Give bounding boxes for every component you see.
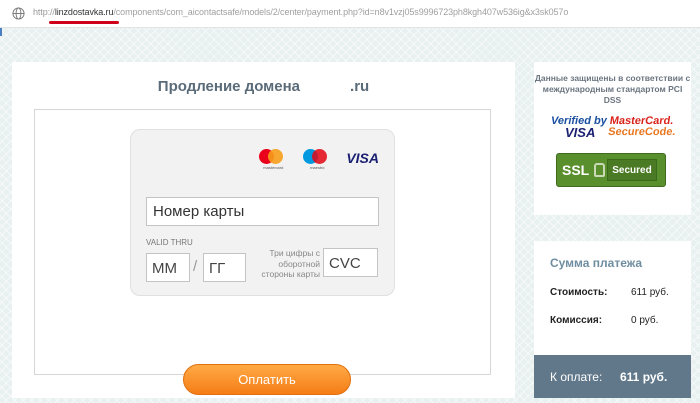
summary-title: Сумма платежа bbox=[550, 256, 643, 270]
pay-button[interactable]: Оплатить bbox=[183, 364, 351, 395]
url-host: linzdostavka.ru bbox=[54, 7, 114, 17]
expiry-year-input[interactable]: ГГ bbox=[203, 253, 246, 282]
security-panel: Данные защищены в соответствии с междуна… bbox=[534, 62, 691, 215]
total-value: 611 руб. bbox=[620, 370, 668, 384]
maestro-caption: maestro bbox=[310, 165, 325, 170]
security-text: Данные защищены в соответствии с междуна… bbox=[534, 73, 691, 105]
url-path: /components/com_aicontactsafe/models/2/c… bbox=[113, 7, 569, 17]
url-text[interactable]: http://linzdostavka.ru/components/com_ai… bbox=[33, 7, 568, 17]
fee-value: 0 руб. bbox=[631, 315, 659, 326]
page-title: Продление домена .ru bbox=[12, 78, 515, 95]
fee-label: Комиссия: bbox=[550, 315, 603, 326]
red-underline-annotation bbox=[49, 21, 119, 24]
lock-icon bbox=[594, 163, 606, 177]
cost-value: 611 руб. bbox=[631, 287, 669, 298]
fee-row: Комиссия: 0 руб. bbox=[550, 315, 658, 326]
browser-address-bar[interactable]: http://linzdostavka.ru/components/com_ai… bbox=[0, 0, 700, 28]
mastercard-securecode-logo: MasterCard. SecureCode. bbox=[607, 115, 682, 138]
card-form: mastercard maestro VISA Номер карты VALI… bbox=[130, 129, 395, 296]
visa-icon: VISA bbox=[346, 150, 379, 166]
total-label: К оплате: bbox=[550, 370, 603, 384]
left-edge-marker bbox=[0, 28, 2, 36]
card-logos: mastercard maestro VISA bbox=[258, 149, 379, 171]
verified-visa-text: VISA bbox=[565, 125, 596, 140]
expiry-slash: / bbox=[193, 258, 198, 275]
title-prefix: Продление домена bbox=[157, 78, 301, 95]
card-number-input[interactable]: Номер карты bbox=[146, 197, 379, 226]
expiry-month-input[interactable]: ММ bbox=[146, 253, 190, 282]
payment-panel: Продление домена .ru mastercard maestro V… bbox=[12, 62, 515, 398]
valid-thru-label: VALID THRU bbox=[146, 238, 193, 247]
cost-label: Стоимость: bbox=[550, 287, 608, 298]
ssl-secured-badge: SSL Secured bbox=[556, 153, 666, 187]
cost-row: Стоимость: 611 руб. bbox=[550, 287, 669, 298]
securecode-text: SecureCode. bbox=[607, 126, 677, 138]
globe-icon bbox=[12, 7, 25, 20]
title-suffix: .ru bbox=[350, 78, 370, 95]
secured-text: Secured bbox=[607, 159, 657, 181]
total-bar: К оплате: 611 руб. bbox=[534, 355, 691, 398]
mastercard-icon: mastercard bbox=[258, 149, 288, 171]
verified-by-visa-logo: Verified by VISA bbox=[551, 115, 611, 140]
maestro-icon: maestro bbox=[302, 149, 332, 171]
mastercard-caption: mastercard bbox=[263, 165, 284, 170]
payment-form-frame: mastercard maestro VISA Номер карты VALI… bbox=[34, 109, 491, 395]
cvc-input[interactable]: CVC bbox=[323, 248, 378, 277]
url-scheme: http:// bbox=[33, 7, 55, 17]
cvc-hint: Три цифры с оборотной стороны карты bbox=[261, 248, 320, 279]
ssl-text: SSL bbox=[562, 162, 590, 178]
